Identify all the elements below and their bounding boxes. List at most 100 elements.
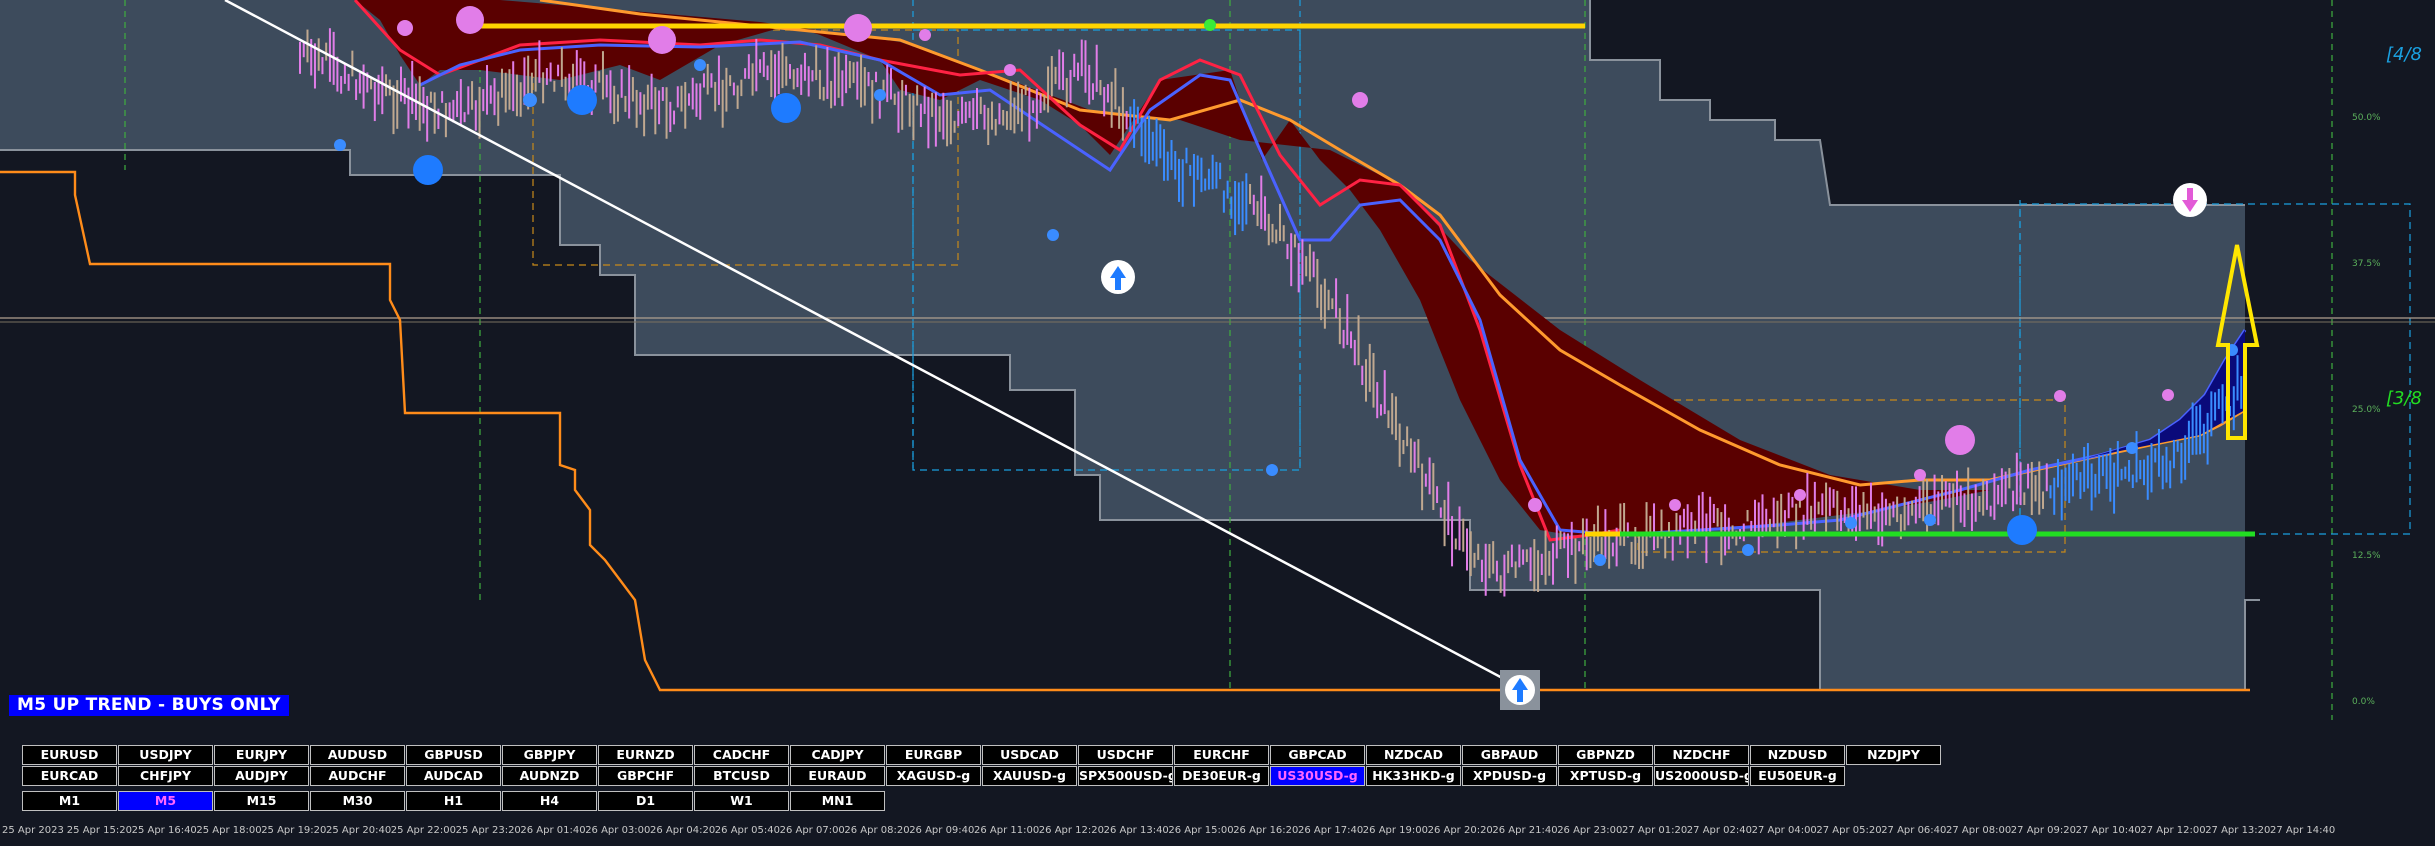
time-tick-label: 26 Apr 08:20 (844, 825, 910, 836)
time-tick-label: 27 Apr 05:20 (1816, 825, 1882, 836)
signal-dot (1914, 469, 1926, 481)
time-tick-label: 25 Apr 19:20 (261, 825, 327, 836)
time-tick-label: 26 Apr 07:00 (779, 825, 845, 836)
signal-dot (648, 26, 676, 54)
signal-dot (334, 139, 346, 151)
symbol-button-gbpcad[interactable]: GBPCAD (1270, 745, 1365, 765)
symbol-button-nzdusd[interactable]: NZDUSD (1750, 745, 1845, 765)
symbol-button-gbpjpy[interactable]: GBPJPY (502, 745, 597, 765)
timeframe-button-m15[interactable]: M15 (214, 791, 309, 811)
symbol-button-xpdusd-g[interactable]: XPDUSD-g (1462, 766, 1557, 786)
symbol-button-nzdchf[interactable]: NZDCHF (1654, 745, 1749, 765)
symbol-button-chfjpy[interactable]: CHFJPY (118, 766, 213, 786)
signal-dot (1594, 554, 1606, 566)
signal-dot (567, 85, 597, 115)
svg-text:37.5%: 37.5% (2352, 259, 2381, 269)
symbol-button-euraud[interactable]: EURAUD (790, 766, 885, 786)
symbol-button-eurgbp[interactable]: EURGBP (886, 745, 981, 765)
time-tick-label: 27 Apr 14:40 (2270, 825, 2336, 836)
time-tick-label: 25 Apr 18:00 (196, 825, 262, 836)
symbol-button-nzdcad[interactable]: NZDCAD (1366, 745, 1461, 765)
time-tick-label: 25 Apr 22:00 (390, 825, 456, 836)
symbol-button-audchf[interactable]: AUDCHF (310, 766, 405, 786)
symbol-button-eurchf[interactable]: EURCHF (1174, 745, 1269, 765)
symbol-button-eu50eur-g[interactable]: EU50EUR-g (1750, 766, 1845, 786)
time-tick-label: 26 Apr 11:00 (974, 825, 1040, 836)
signal-dot (397, 20, 413, 36)
symbol-button-gbpchf[interactable]: GBPCHF (598, 766, 693, 786)
time-tick-label: 27 Apr 12:00 (2140, 825, 2206, 836)
signal-dot (1204, 19, 1216, 31)
symbol-button-audnzd[interactable]: AUDNZD (502, 766, 597, 786)
chart-canvas[interactable]: 50.0% 37.5% 25.0% 12.5% 0.0% (0, 0, 2435, 820)
time-tick-label: 25 Apr 20:40 (326, 825, 392, 836)
signal-dot (1004, 64, 1016, 76)
symbol-button-spx500usd-g[interactable]: SPX500USD-g (1078, 766, 1173, 786)
symbol-button-eurnzd[interactable]: EURNZD (598, 745, 693, 765)
buy-arrow-marker[interactable] (1101, 260, 1135, 294)
signal-dot (2126, 442, 2138, 454)
signal-dot (1352, 92, 1368, 108)
signal-dot (1528, 498, 1542, 512)
symbol-button-gbpaud[interactable]: GBPAUD (1462, 745, 1557, 765)
symbol-row-1: EURUSD USDJPY EURJPY AUDUSD GBPUSD GBPJPY EURN… (22, 745, 1942, 765)
symbol-button-xptusd-g[interactable]: XPTUSD-g (1558, 766, 1653, 786)
symbol-button-xauusd-g[interactable]: XAUUSD-g (982, 766, 1077, 786)
time-tick-label: 26 Apr 17:40 (1298, 825, 1364, 836)
timeframe-row: M1 M5 M15 M30 H1 H4 D1 W1 MN1 (22, 791, 886, 811)
symbol-row-2: EURCAD CHFJPY AUDJPY AUDCHF AUDCAD AUDNZD GBPC… (22, 766, 1846, 786)
time-tick-label: 25 Apr 16:40 (131, 825, 197, 836)
time-tick-label: 26 Apr 05:40 (714, 825, 780, 836)
symbol-button-eurjpy[interactable]: EURJPY (214, 745, 309, 765)
time-tick-label: 27 Apr 13:20 (2205, 825, 2271, 836)
symbol-button-eurcad[interactable]: EURCAD (22, 766, 117, 786)
signal-dot (919, 29, 931, 41)
timeframe-button-w1[interactable]: W1 (694, 791, 789, 811)
price-chart[interactable]: 50.0% 37.5% 25.0% 12.5% 0.0% [4/8 [3/8 M… (0, 0, 2435, 846)
symbol-button-nzdjpy[interactable]: NZDJPY (1846, 745, 1941, 765)
symbol-button-usdcad[interactable]: USDCAD (982, 745, 1077, 765)
symbol-button-us2000usd-g[interactable]: US2000USD-g (1654, 766, 1749, 786)
murrey-label-mid: [3/8 (2386, 388, 2422, 409)
symbol-button-usdchf[interactable]: USDCHF (1078, 745, 1173, 765)
svg-text:50.0%: 50.0% (2352, 113, 2381, 123)
buy-arrow-marker-2[interactable] (1500, 670, 1540, 710)
signal-dot (2007, 515, 2037, 545)
signal-dot (1845, 517, 1857, 529)
symbol-button-cadjpy[interactable]: CADJPY (790, 745, 885, 765)
time-tick-label: 26 Apr 09:40 (909, 825, 975, 836)
symbol-button-gbpusd[interactable]: GBPUSD (406, 745, 501, 765)
timeframe-button-d1[interactable]: D1 (598, 791, 693, 811)
symbol-button-audusd[interactable]: AUDUSD (310, 745, 405, 765)
symbol-button-audcad[interactable]: AUDCAD (406, 766, 501, 786)
time-tick-label: 27 Apr 09:20 (2010, 825, 2076, 836)
timeframe-button-m5[interactable]: M5 (118, 791, 213, 811)
signal-dot (456, 6, 484, 34)
timeframe-button-h1[interactable]: H1 (406, 791, 501, 811)
symbol-button-xagusd-g[interactable]: XAGUSD-g (886, 766, 981, 786)
signal-dot (1945, 425, 1975, 455)
murrey-label-top: [4/8 (2386, 44, 2422, 65)
time-tick-label: 27 Apr 02:40 (1686, 825, 1752, 836)
symbol-button-eurusd[interactable]: EURUSD (22, 745, 117, 765)
symbol-button-btcusd[interactable]: BTCUSD (694, 766, 789, 786)
timeframe-button-m30[interactable]: M30 (310, 791, 405, 811)
signal-dot (1794, 489, 1806, 501)
timeframe-button-h4[interactable]: H4 (502, 791, 597, 811)
symbol-button-audjpy[interactable]: AUDJPY (214, 766, 309, 786)
time-tick-label: 26 Apr 15:00 (1168, 825, 1234, 836)
symbol-button-gbpnzd[interactable]: GBPNZD (1558, 745, 1653, 765)
symbol-button-usdjpy[interactable]: USDJPY (118, 745, 213, 765)
signal-dot (771, 93, 801, 123)
symbol-button-us30usd-g[interactable]: US30USD-g (1270, 766, 1365, 786)
symbol-button-hk33hkd-g[interactable]: HK33HKD-g (1366, 766, 1461, 786)
sell-arrow-marker[interactable] (2173, 183, 2207, 217)
time-tick-label: 25 Apr 23:20 (455, 825, 521, 836)
timeframe-button-m1[interactable]: M1 (22, 791, 117, 811)
symbol-button-de30eur-g[interactable]: DE30EUR-g (1174, 766, 1269, 786)
time-tick-label: 26 Apr 20:20 (1427, 825, 1493, 836)
time-tick-label: 27 Apr 08:00 (1946, 825, 2012, 836)
timeframe-button-mn1[interactable]: MN1 (790, 791, 885, 811)
signal-dot (1742, 544, 1754, 556)
symbol-button-cadchf[interactable]: CADCHF (694, 745, 789, 765)
